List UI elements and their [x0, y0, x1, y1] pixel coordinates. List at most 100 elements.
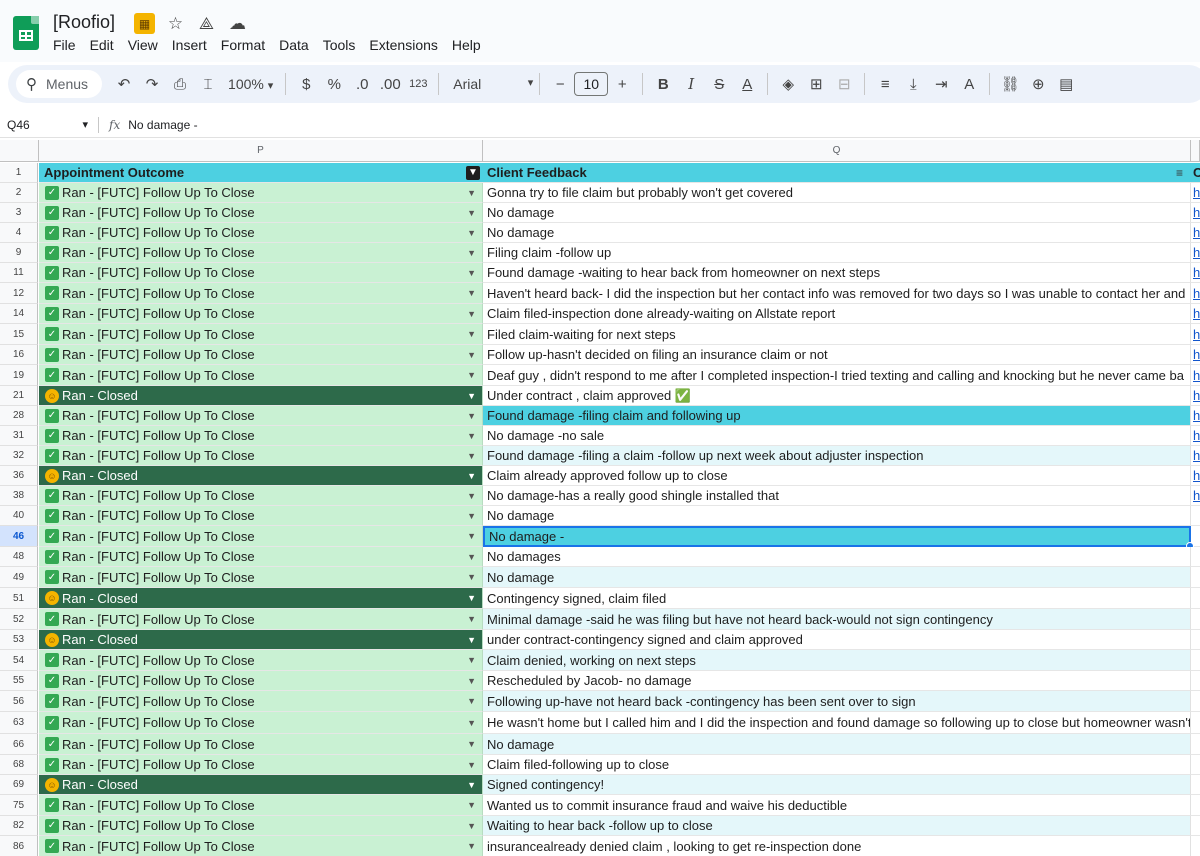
- dropdown-arrow-icon[interactable]: ▼: [467, 491, 476, 501]
- currency-format-button[interactable]: $: [292, 70, 320, 98]
- row-header[interactable]: 51: [0, 588, 38, 609]
- outcome-dropdown-cell[interactable]: ✓ Ran - [FUTC] Follow Up To Close ▼: [39, 609, 483, 630]
- dropdown-arrow-icon[interactable]: ▼: [467, 760, 476, 770]
- decrease-decimal-button[interactable]: .0: [348, 70, 376, 98]
- filter-active-icon[interactable]: ▼: [466, 165, 480, 180]
- link-cell[interactable]: h: [1191, 183, 1200, 203]
- filter-icon[interactable]: ≡: [1176, 166, 1183, 180]
- link-cell[interactable]: h: [1191, 466, 1200, 486]
- link-cell[interactable]: [1191, 547, 1200, 567]
- outcome-dropdown-cell[interactable]: ✓ Ran - [FUTC] Follow Up To Close ▼: [39, 547, 483, 567]
- link-cell[interactable]: [1191, 588, 1200, 609]
- outcome-dropdown-cell[interactable]: ✓ Ran - [FUTC] Follow Up To Close ▼: [39, 567, 483, 588]
- row-header[interactable]: 69: [0, 775, 38, 795]
- dropdown-arrow-icon[interactable]: ▼: [467, 248, 476, 258]
- cloud-status-icon[interactable]: ☁: [227, 13, 248, 34]
- link-cell[interactable]: [1191, 630, 1200, 650]
- feedback-cell[interactable]: insurancealready denied claim , looking …: [483, 836, 1191, 856]
- dropdown-arrow-icon[interactable]: ▼: [467, 635, 476, 645]
- header-cell-appointment-outcome[interactable]: Appointment Outcome ▼: [39, 163, 483, 183]
- link-cell[interactable]: h: [1191, 324, 1200, 345]
- dropdown-arrow-icon[interactable]: ▼: [467, 821, 476, 831]
- row-header[interactable]: 32: [0, 446, 38, 466]
- dropdown-arrow-icon[interactable]: ▼: [467, 188, 476, 198]
- feedback-cell[interactable]: Filing claim -follow up: [483, 243, 1191, 263]
- outcome-dropdown-cell[interactable]: ☺ Ran - Closed ▼: [39, 588, 483, 609]
- dropdown-arrow-icon[interactable]: ▼: [467, 288, 476, 298]
- column-header-r[interactable]: [1191, 140, 1200, 162]
- row-header[interactable]: 15: [0, 324, 38, 345]
- menu-view[interactable]: View: [121, 37, 165, 53]
- outcome-dropdown-cell[interactable]: ✓ Ran - [FUTC] Follow Up To Close ▼: [39, 671, 483, 691]
- feedback-cell[interactable]: Found damage -filing claim and following…: [483, 406, 1191, 426]
- link-cell[interactable]: h: [1191, 426, 1200, 446]
- text-color-icon[interactable]: A: [733, 70, 761, 98]
- feedback-cell[interactable]: Gonna try to file claim but probably won…: [483, 183, 1191, 203]
- row-header[interactable]: 82: [0, 816, 38, 836]
- dropdown-arrow-icon[interactable]: ▼: [467, 655, 476, 665]
- link-cell[interactable]: h: [1191, 263, 1200, 283]
- row-header[interactable]: 53: [0, 630, 38, 650]
- row-header[interactable]: 46: [0, 526, 38, 547]
- outcome-dropdown-cell[interactable]: ✓ Ran - [FUTC] Follow Up To Close ▼: [39, 650, 483, 671]
- insert-link-icon[interactable]: ⛓: [996, 70, 1024, 98]
- feedback-cell[interactable]: No damage: [483, 223, 1191, 243]
- link-cell[interactable]: [1191, 609, 1200, 630]
- active-feedback-cell[interactable]: No damage -: [483, 526, 1191, 547]
- outcome-dropdown-cell[interactable]: ✓ Ran - [FUTC] Follow Up To Close ▼: [39, 324, 483, 345]
- link-cell[interactable]: [1191, 795, 1200, 816]
- feedback-cell[interactable]: No damage: [483, 506, 1191, 526]
- link-cell[interactable]: [1191, 567, 1200, 588]
- link-cell[interactable]: h: [1191, 406, 1200, 426]
- borders-icon[interactable]: ⊞: [802, 70, 830, 98]
- dropdown-arrow-icon[interactable]: ▼: [467, 800, 476, 810]
- outcome-dropdown-cell[interactable]: ✓ Ran - [FUTC] Follow Up To Close ▼: [39, 345, 483, 365]
- insert-chart-icon[interactable]: ▤: [1052, 70, 1080, 98]
- percent-format-button[interactable]: %: [320, 70, 348, 98]
- feedback-cell[interactable]: He wasn't home but I called him and I di…: [483, 712, 1191, 734]
- link-cell[interactable]: h: [1191, 283, 1200, 304]
- row-header[interactable]: 16: [0, 345, 38, 365]
- feedback-cell[interactable]: Follow up-hasn't decided on filing an in…: [483, 345, 1191, 365]
- link-cell[interactable]: [1191, 734, 1200, 755]
- feedback-cell[interactable]: No damage-has a really good shingle inst…: [483, 486, 1191, 506]
- menu-insert[interactable]: Insert: [165, 37, 214, 53]
- row-header[interactable]: 86: [0, 836, 38, 856]
- column-header-p[interactable]: P: [39, 140, 483, 162]
- merge-cells-icon[interactable]: ⊟: [830, 70, 858, 98]
- outcome-dropdown-cell[interactable]: ✓ Ran - [FUTC] Follow Up To Close ▼: [39, 446, 483, 466]
- feedback-cell[interactable]: No damage: [483, 734, 1191, 755]
- outcome-dropdown-cell[interactable]: ✓ Ran - [FUTC] Follow Up To Close ▼: [39, 795, 483, 816]
- dropdown-arrow-icon[interactable]: ▼: [467, 676, 476, 686]
- paint-format-icon[interactable]: ⌶: [194, 70, 222, 98]
- feedback-cell[interactable]: Claim filed-following up to close: [483, 755, 1191, 775]
- formula-input[interactable]: No damage -: [128, 118, 197, 132]
- outcome-dropdown-cell[interactable]: ✓ Ran - [FUTC] Follow Up To Close ▼: [39, 243, 483, 263]
- row-header[interactable]: 48: [0, 547, 38, 567]
- fill-color-icon[interactable]: ◈: [774, 70, 802, 98]
- outcome-dropdown-cell[interactable]: ✓ Ran - [FUTC] Follow Up To Close ▼: [39, 223, 483, 243]
- link-cell[interactable]: h: [1191, 223, 1200, 243]
- link-cell[interactable]: [1191, 650, 1200, 671]
- menu-tools[interactable]: Tools: [316, 37, 363, 53]
- document-title[interactable]: [Roofio]: [53, 12, 115, 33]
- row-header[interactable]: 36: [0, 466, 38, 486]
- feedback-cell[interactable]: under contract-contingency signed and cl…: [483, 630, 1191, 650]
- link-cell[interactable]: [1191, 671, 1200, 691]
- feedback-cell[interactable]: Claim denied, working on next steps: [483, 650, 1191, 671]
- font-select[interactable]: Arial ▾: [445, 76, 533, 92]
- link-cell[interactable]: h: [1191, 386, 1200, 406]
- number-format-button[interactable]: 123: [404, 70, 432, 98]
- row-header[interactable]: 49: [0, 567, 38, 588]
- row-header[interactable]: 2: [0, 183, 38, 203]
- dropdown-arrow-icon[interactable]: ▼: [467, 593, 476, 603]
- menu-format[interactable]: Format: [214, 37, 272, 53]
- row-header[interactable]: 75: [0, 795, 38, 816]
- vertical-align-icon[interactable]: ⤓: [899, 70, 927, 98]
- menu-extensions[interactable]: Extensions: [362, 37, 444, 53]
- sheets-logo-icon[interactable]: [13, 16, 39, 50]
- menu-edit[interactable]: Edit: [83, 37, 121, 53]
- feedback-cell[interactable]: Claim already approved follow up to clos…: [483, 466, 1191, 486]
- link-cell[interactable]: h: [1191, 345, 1200, 365]
- redo-icon[interactable]: ↷: [138, 70, 166, 98]
